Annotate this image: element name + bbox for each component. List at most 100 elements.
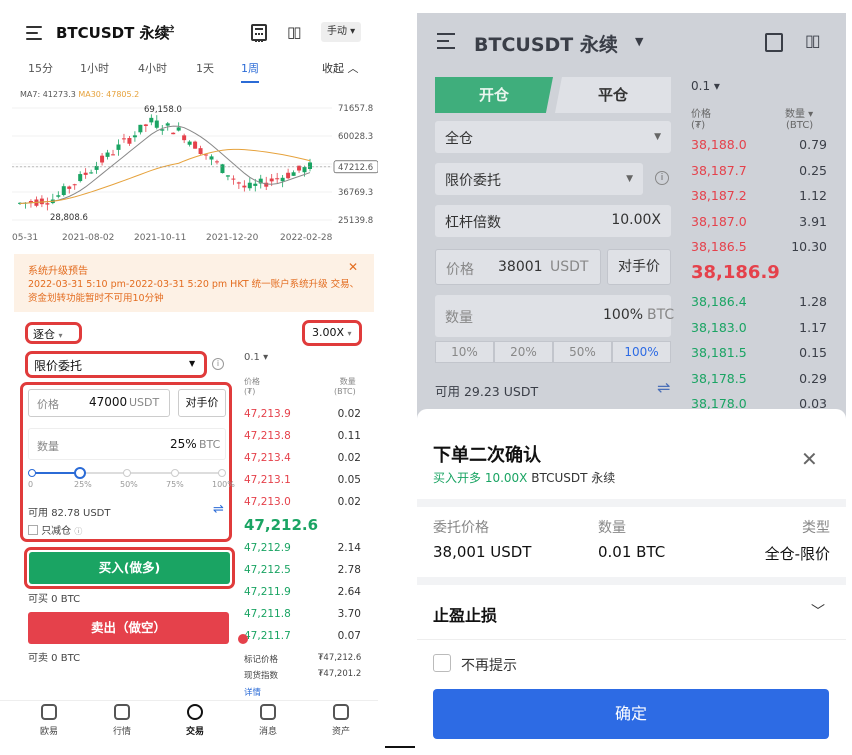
slider-mark-label: 100% [212, 480, 235, 489]
bid-price[interactable]: 38,178.5 [691, 371, 747, 386]
candlestick-icon[interactable]: ▯▯ [287, 23, 301, 41]
order-type-dropdown[interactable]: 限价委托 [34, 357, 82, 374]
detail-link[interactable]: 详情 [244, 686, 261, 698]
mode-dropdown[interactable]: 手动 ▾ [321, 22, 361, 42]
chevron-down-icon[interactable]: ▼ [635, 35, 643, 48]
ask-price[interactable]: 47,213.9 [244, 408, 291, 420]
tab-timeframe[interactable]: 15分 [28, 60, 53, 76]
candle-body [297, 165, 302, 171]
candle-body [138, 124, 143, 133]
bid-price[interactable]: 38,181.5 [691, 345, 747, 360]
tab-close[interactable]: 平仓 [555, 77, 671, 113]
candle-body [236, 182, 241, 184]
tab-timeframe[interactable]: 4小时 [138, 60, 167, 76]
calculator-icon[interactable] [251, 24, 267, 42]
info-icon[interactable]: i [212, 358, 224, 370]
ask-price[interactable]: 38,187.2 [691, 188, 747, 203]
counter-price-button[interactable]: 对手价 [607, 249, 671, 285]
slider-stop[interactable] [218, 469, 226, 477]
price-input[interactable]: 价格 47000 USDT [28, 389, 170, 417]
ask-price[interactable]: 38,186.5 [691, 239, 747, 254]
candle-body [132, 135, 137, 138]
tab-timeframe[interactable]: 1周 [241, 60, 259, 83]
ask-price[interactable]: 47,213.1 [244, 474, 291, 486]
margin-mode-dropdown[interactable]: 逐仓 ▾ [33, 326, 63, 342]
tab-timeframe[interactable]: 1天 [196, 60, 214, 76]
nav-market[interactable]: 行情 [92, 704, 152, 737]
depth-label: 0.1 [691, 79, 711, 93]
close-icon[interactable]: ✕ [801, 447, 818, 471]
ask-price[interactable]: 38,187.0 [691, 214, 747, 229]
calculator-icon[interactable] [765, 33, 783, 52]
bid-price[interactable]: 38,186.4 [691, 294, 747, 309]
transfer-icon[interactable]: ⇌ [657, 378, 670, 397]
bid-qty: 0.07 [337, 630, 361, 642]
candlestick-chart[interactable]: 71657.860028.348398.847212.636769.325139… [12, 100, 378, 228]
ask-price[interactable]: 38,187.7 [691, 163, 747, 178]
qty-slider[interactable] [28, 467, 226, 479]
dont-remind-label: 不再提示 [461, 658, 517, 674]
qty-percent-button[interactable]: 20% [494, 341, 553, 363]
cross-margin-dropdown[interactable]: 全仓 ▼ [435, 121, 671, 153]
quantity-input[interactable]: 数量 25% BTC [28, 428, 226, 460]
notice-body: 2022-03-31 5:10 pm-2022-03-31 5:20 pm HK… [28, 279, 360, 304]
nav-messages[interactable]: 消息 [238, 704, 298, 737]
tab-open[interactable]: 开仓 [435, 77, 553, 113]
qty-percent-button[interactable]: 50% [553, 341, 612, 363]
tpsl-label[interactable]: 止盈止损 [433, 602, 497, 626]
order-type-dropdown[interactable]: 限价委托 ▼ [435, 163, 643, 195]
counter-price-button[interactable]: 对手价 [178, 389, 226, 417]
sell-short-button[interactable]: 卖出（做空） [28, 612, 229, 644]
menu-icon[interactable] [26, 26, 42, 40]
menu-icon[interactable] [437, 33, 455, 49]
candle-body [193, 141, 198, 149]
confirm-button[interactable]: 确定 [433, 689, 829, 739]
quantity-input[interactable]: 数量 100% BTC [435, 295, 674, 337]
ask-price[interactable]: 38,188.0 [691, 137, 747, 152]
available-balance: 可用 29.23 USDT [435, 384, 539, 399]
slider-handle[interactable] [73, 467, 86, 479]
dont-remind-checkbox[interactable] [433, 654, 451, 672]
buy-long-button[interactable]: 买入(做多) [29, 552, 230, 584]
slider-stop[interactable] [170, 469, 179, 477]
qty-percent-button[interactable]: 100% [612, 341, 671, 363]
close-icon[interactable]: ✕ [348, 260, 358, 274]
tab-timeframe[interactable]: 1小时 [80, 60, 109, 76]
ask-price[interactable]: 47,213.4 [244, 452, 291, 464]
nav-trade[interactable]: 交易 [165, 704, 225, 737]
date-axis-label: 2022-02-28 [280, 233, 333, 243]
bid-price[interactable]: 47,211.8 [244, 608, 291, 620]
leverage-dropdown[interactable]: 3.00X ▾ [312, 326, 352, 339]
nav-home[interactable]: 欧易 [19, 704, 79, 737]
depth-dropdown[interactable]: 0.1 ▾ [691, 79, 720, 93]
transfer-icon[interactable]: ⇌ [213, 502, 224, 517]
can-buy-text: 可买 0 BTC [28, 594, 81, 605]
candle-body [286, 172, 291, 179]
price-input[interactable]: 价格 38001 USDT [435, 249, 601, 285]
ask-price[interactable]: 47,213.8 [244, 430, 291, 442]
nav-assets[interactable]: 资产 [311, 704, 371, 737]
slider-stop[interactable] [28, 469, 36, 477]
info-icon[interactable]: i [655, 171, 669, 185]
slider-stop[interactable] [123, 469, 131, 477]
leverage-field[interactable]: 杠杆倍数 10.00X [435, 205, 671, 237]
bid-price[interactable]: 47,211.7 [244, 630, 291, 642]
switch-icon[interactable]: ⇄ [163, 22, 175, 38]
reduce-only-checkbox[interactable]: 只减仓 ⓘ [28, 522, 82, 537]
candlestick-icon[interactable]: ▯▯ [805, 31, 821, 50]
bid-price[interactable]: 47,212.5 [244, 564, 291, 576]
chevron-down-icon[interactable]: ﹀ [811, 601, 825, 621]
ask-price[interactable]: 47,213.0 [244, 496, 291, 508]
bid-price[interactable]: 47,211.9 [244, 586, 291, 598]
dialog-title: 下单二次确认 [433, 445, 541, 466]
qty-percent-button[interactable]: 10% [435, 341, 494, 363]
candle-body [209, 156, 214, 160]
pair-title[interactable]: BTCUSDT 永续 [56, 22, 170, 43]
bid-price[interactable]: 38,183.0 [691, 320, 747, 335]
candle-body [247, 182, 252, 189]
depth-dropdown[interactable]: 0.1 ▾ [244, 352, 268, 363]
pair-title[interactable]: BTCUSDT 永续 [474, 30, 618, 57]
collapse-chart-button[interactable]: 收起 ︿ [322, 60, 359, 76]
bid-price[interactable]: 47,212.9 [244, 542, 291, 554]
price-axis-label: 25139.8 [338, 216, 373, 226]
